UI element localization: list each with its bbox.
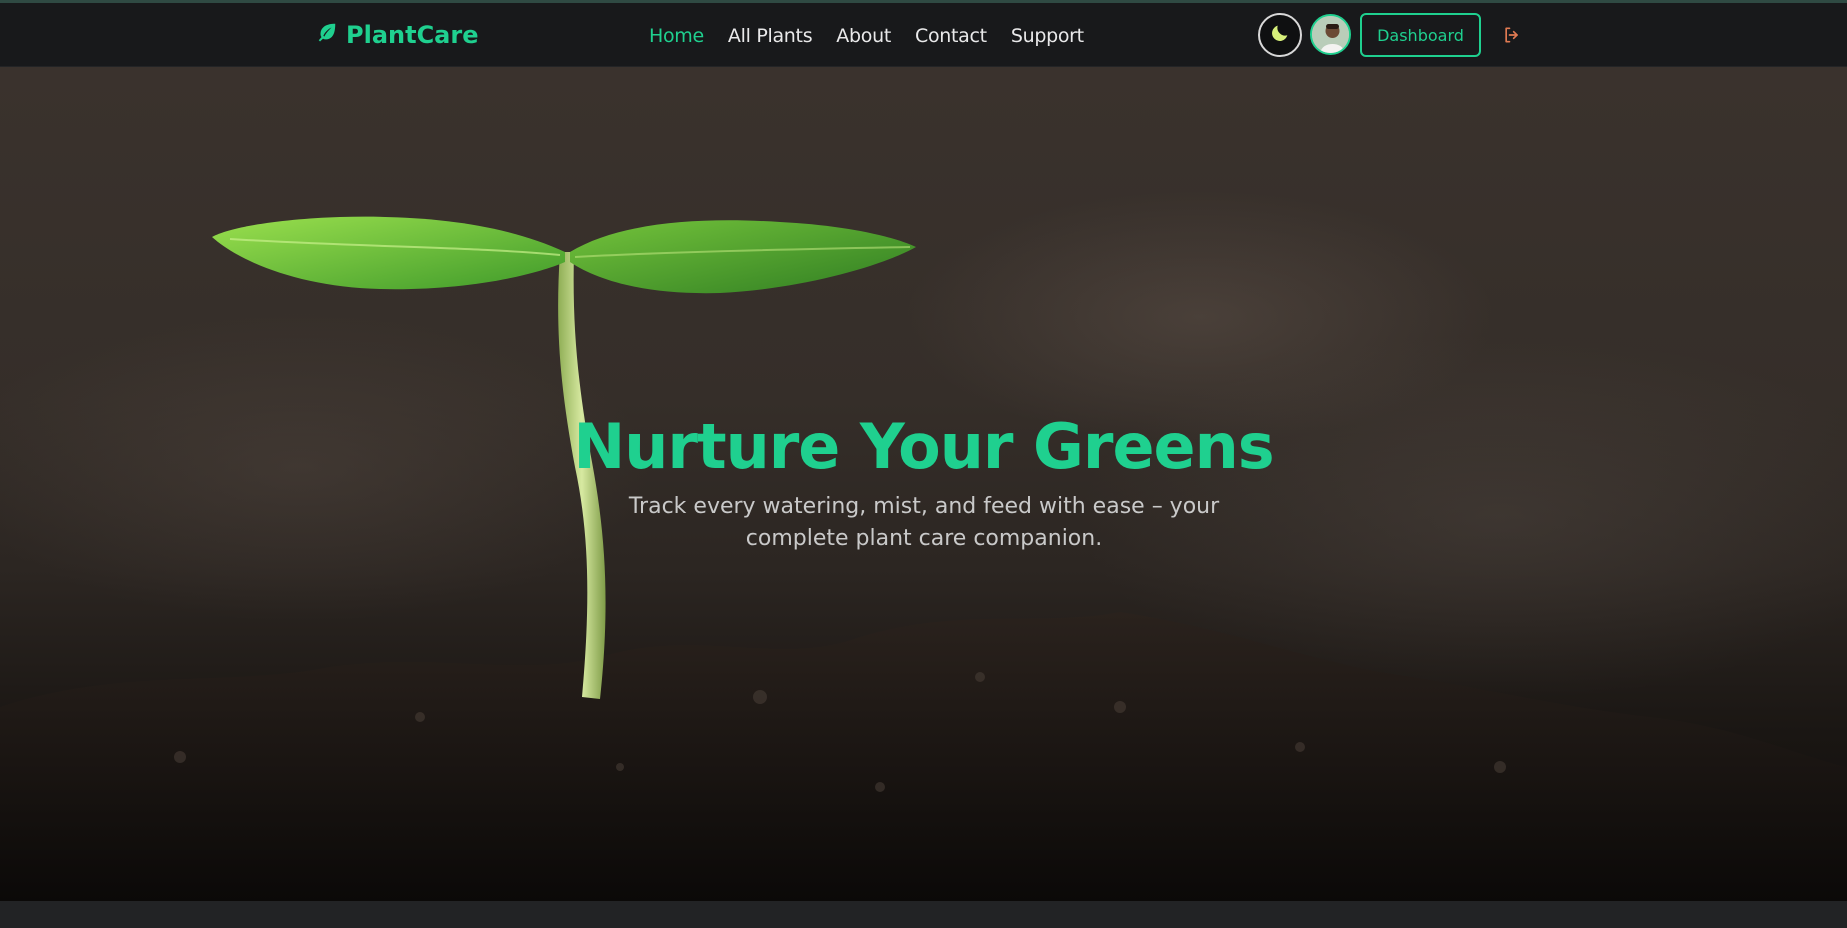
hero-title: Nurture Your Greens (573, 410, 1274, 483)
navbar: PlantCare Home All Plants About Contact … (0, 3, 1847, 67)
leaf-icon (316, 21, 338, 49)
hero-subtitle: Track every watering, mist, and feed wit… (628, 494, 1220, 551)
nav-link-support[interactable]: Support (1011, 25, 1084, 47)
nav-link-home[interactable]: Home (649, 25, 704, 47)
main-nav: Home All Plants About Contact Support (649, 23, 1084, 49)
brand-name: PlantCare (346, 21, 479, 49)
avatar[interactable] (1310, 14, 1351, 55)
nav-link-about[interactable]: About (836, 25, 891, 47)
theme-toggle-button[interactable] (1258, 13, 1302, 57)
brand-logo[interactable]: PlantCare (316, 20, 479, 50)
nav-link-all-plants[interactable]: All Plants (728, 25, 813, 47)
moon-icon (1269, 22, 1291, 48)
next-section-edge (0, 901, 1847, 928)
nav-link-contact[interactable]: Contact (915, 25, 987, 47)
hero-section: Nurture Your Greens Track every watering… (0, 67, 1847, 901)
logout-icon[interactable] (1502, 25, 1522, 45)
hero-background-image (0, 216, 1847, 901)
dashboard-button[interactable]: Dashboard (1360, 13, 1481, 57)
